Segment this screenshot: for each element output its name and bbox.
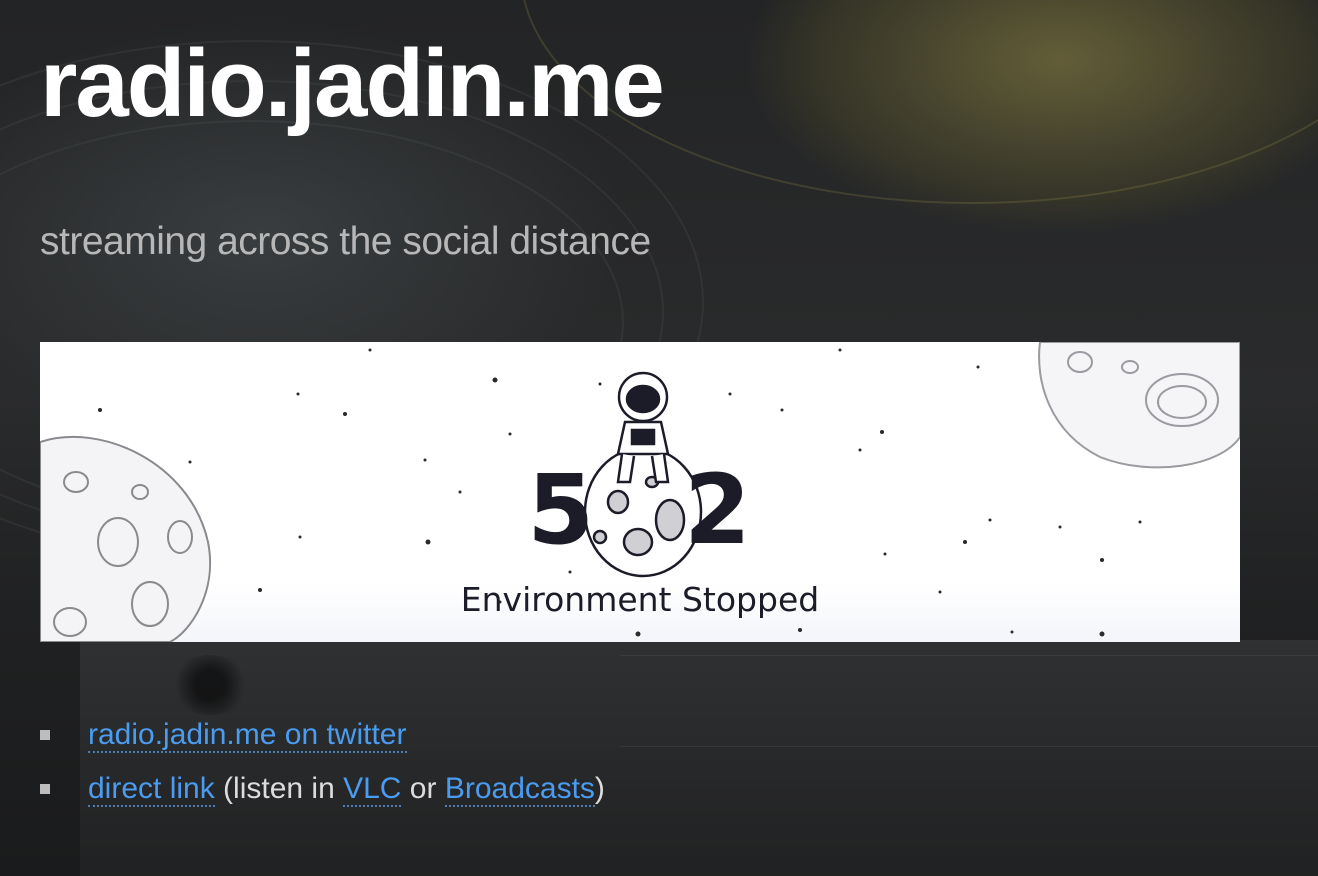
error-message: Environment Stopped [460, 580, 820, 619]
listen-prefix-text: (listen in [214, 772, 344, 805]
closing-paren-text: ) [594, 772, 605, 805]
error-code-right-digit: 2 [684, 454, 753, 566]
or-text: or [401, 772, 445, 805]
site-title: radio.jadin.me [40, 30, 665, 137]
links-list: radio.jadin.me on twitter direct link (l… [40, 708, 605, 816]
list-item-twitter: radio.jadin.me on twitter [40, 708, 605, 762]
direct-link[interactable]: direct link [88, 772, 215, 807]
broadcasts-link[interactable]: Broadcasts [444, 772, 595, 807]
twitter-link[interactable]: radio.jadin.me on twitter [88, 718, 407, 753]
error-code-left-digit: 5 [527, 454, 596, 566]
stream-embed-error: 52 Environment Stopped [40, 342, 1240, 642]
vlc-link[interactable]: VLC [343, 772, 402, 807]
right-moon-decoration [1038, 342, 1240, 469]
speaker-decoration [170, 655, 250, 715]
error-code: 52 [40, 462, 1240, 558]
list-item-direct: direct link (listen in VLC or Broadcasts… [40, 762, 605, 816]
site-tagline: streaming across the social distance [40, 220, 651, 263]
radio-dial-decoration [620, 655, 1318, 747]
